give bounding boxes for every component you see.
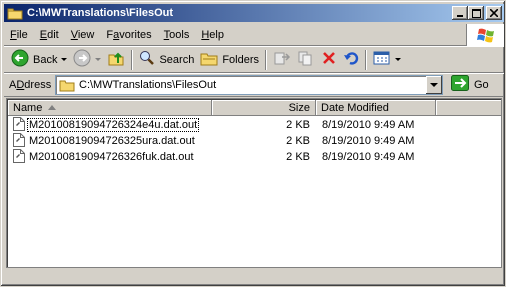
- back-arrow-icon: [11, 49, 29, 70]
- file-name: M20100819094726326fuk.dat.out: [29, 151, 194, 163]
- copy-to-button[interactable]: [294, 49, 318, 71]
- menu-tools[interactable]: Tools: [158, 26, 196, 44]
- folders-button[interactable]: Folders: [197, 49, 262, 71]
- up-folder-icon: [107, 49, 125, 70]
- file-icon: [13, 148, 25, 166]
- explorer-window: C:\MWTranslations\FilesOut File Edit Vie…: [0, 0, 506, 287]
- menu-file[interactable]: File: [4, 26, 34, 44]
- file-name: M20100819094726324e4u.dat.out: [26, 118, 200, 132]
- file-rows: M20100819094726324e4u.dat.out 2 KB 8/19/…: [8, 116, 501, 166]
- column-header-filler: [436, 100, 501, 116]
- menu-bar: File Edit View Favorites Tools Help: [4, 24, 504, 46]
- file-size: 2 KB: [286, 151, 310, 163]
- folder-icon: [59, 78, 75, 92]
- column-header: Name Size Date Modified: [8, 100, 501, 116]
- window-title: C:\MWTranslations\FilesOut: [27, 7, 174, 19]
- menu-view[interactable]: View: [65, 26, 101, 44]
- back-label: Back: [33, 53, 58, 66]
- go-button[interactable]: Go: [451, 75, 489, 94]
- column-size-header[interactable]: Size: [212, 100, 316, 116]
- undo-button[interactable]: [340, 49, 362, 71]
- column-date-header[interactable]: Date Modified: [316, 100, 436, 116]
- chevron-down-icon: [430, 82, 438, 87]
- standard-toolbar: Back Search Folders: [4, 47, 504, 73]
- views-dropdown-icon[interactable]: [395, 58, 402, 61]
- folder-icon: [7, 6, 23, 20]
- toolbar-separator: [365, 49, 368, 70]
- undo-icon: [343, 50, 359, 69]
- delete-button[interactable]: [318, 49, 340, 71]
- views-icon: [373, 50, 391, 69]
- file-date-modified: 8/19/2010 9:49 AM: [322, 151, 415, 163]
- address-input[interactable]: C:\MWTranslations\FilesOut: [55, 74, 443, 95]
- folders-icon: [200, 50, 218, 69]
- file-row[interactable]: M20100819094726324e4u.dat.out 2 KB 8/19/…: [8, 116, 501, 134]
- search-label: Search: [159, 53, 195, 66]
- file-size: 2 KB: [286, 119, 310, 131]
- up-button[interactable]: [104, 49, 128, 71]
- address-dropdown-button[interactable]: [426, 75, 442, 94]
- folders-label: Folders: [222, 53, 260, 66]
- search-button[interactable]: Search: [136, 49, 197, 71]
- file-row[interactable]: M20100819094726326fuk.dat.out 2 KB 8/19/…: [8, 148, 501, 166]
- views-button[interactable]: [370, 49, 404, 71]
- go-label: Go: [474, 78, 489, 91]
- forward-button[interactable]: [70, 49, 104, 71]
- copy-to-icon: [297, 50, 315, 69]
- windows-logo-icon: [466, 24, 504, 46]
- file-icon: [13, 132, 25, 150]
- forward-arrow-icon: [73, 49, 91, 70]
- column-name-header[interactable]: Name: [8, 100, 212, 116]
- sort-ascending-icon: [48, 105, 56, 110]
- back-dropdown-icon[interactable]: [61, 58, 68, 61]
- move-to-button[interactable]: [270, 49, 294, 71]
- delete-icon: [321, 50, 337, 69]
- menu-help[interactable]: Help: [195, 26, 230, 44]
- back-button[interactable]: Back: [8, 49, 70, 71]
- file-row[interactable]: M20100819094726325ura.dat.out 2 KB 8/19/…: [8, 132, 501, 150]
- search-icon: [139, 50, 155, 69]
- menu-edit[interactable]: Edit: [34, 26, 65, 44]
- address-value: C:\MWTranslations\FilesOut: [79, 78, 217, 91]
- forward-dropdown-icon[interactable]: [95, 58, 102, 61]
- maximize-button[interactable]: [468, 6, 484, 20]
- file-list[interactable]: Name Size Date Modified M201008190947263…: [6, 98, 502, 268]
- file-date-modified: 8/19/2010 9:49 AM: [322, 135, 415, 147]
- address-bar: ADdress C:\MWTranslations\FilesOut Go: [4, 73, 504, 97]
- file-name: M20100819094726325ura.dat.out: [29, 135, 195, 147]
- go-arrow-icon: [451, 75, 469, 94]
- file-size: 2 KB: [286, 135, 310, 147]
- toolbar-separator: [131, 49, 134, 70]
- menu-favorites[interactable]: Favorites: [100, 26, 157, 44]
- file-date-modified: 8/19/2010 9:49 AM: [322, 119, 415, 131]
- close-button[interactable]: [486, 6, 502, 20]
- move-to-icon: [273, 50, 291, 69]
- toolbar-separator: [265, 49, 268, 70]
- title-bar[interactable]: C:\MWTranslations\FilesOut: [4, 4, 504, 22]
- file-icon: [13, 116, 25, 134]
- address-label: ADdress: [9, 78, 52, 91]
- status-bar: [4, 269, 504, 285]
- minimize-button[interactable]: [452, 6, 468, 20]
